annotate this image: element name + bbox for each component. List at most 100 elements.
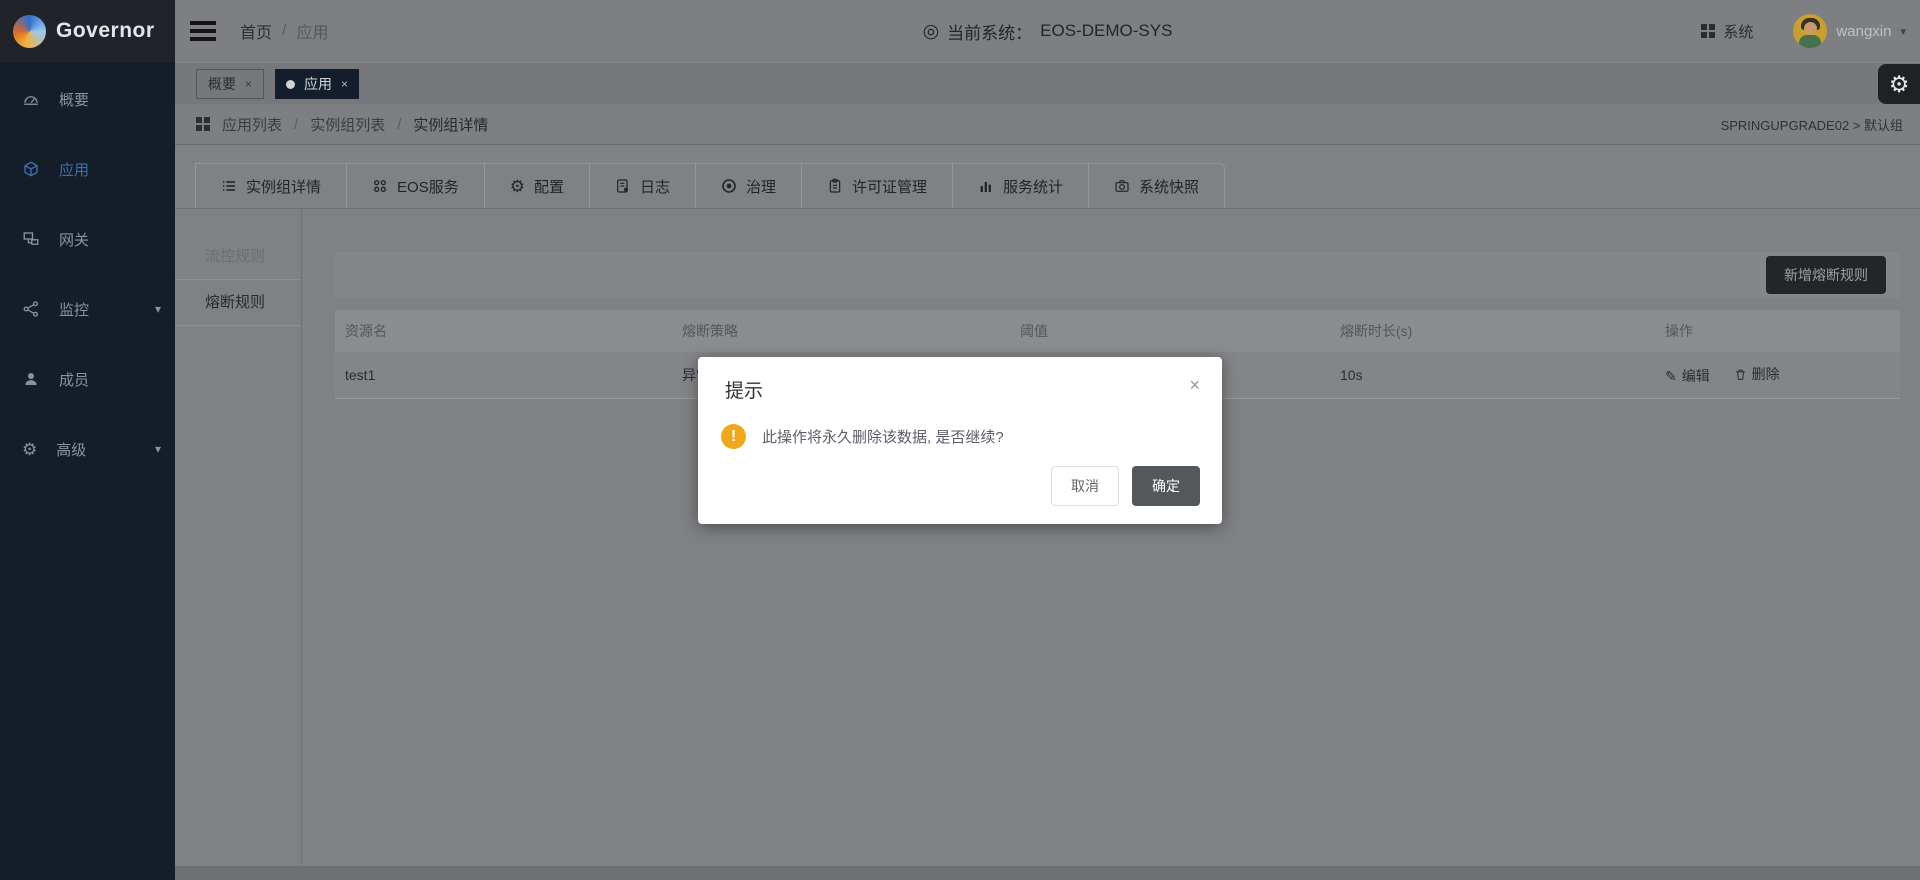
detail-nav-tabs: 实例组详情 EOS服务 ⚙ 配置 日志 治理 <box>175 163 1920 209</box>
current-system-indicator: ◎ 当前系统： EOS-DEMO-SYS <box>923 19 1173 44</box>
close-icon[interactable]: × <box>341 77 348 91</box>
crumb-instance-group-detail: 实例组详情 <box>413 114 488 135</box>
governance-icon <box>721 178 737 194</box>
delete-action[interactable]: 删除 <box>1734 364 1780 384</box>
sidebar-item-gateway[interactable]: 网关 <box>0 204 175 274</box>
username: wangxin <box>1836 23 1891 40</box>
edit-label: 编辑 <box>1682 366 1710 386</box>
chevron-down-icon: ▾ <box>155 302 161 316</box>
rules-panel: 新增熔断规则 资源名 熔断策略 阈值 熔断时长(s) 操作 <box>302 209 1920 866</box>
tab-logs[interactable]: 日志 <box>589 163 695 208</box>
menu-item-circuit-breaker-rules[interactable]: 熔断规则 <box>175 280 301 326</box>
sidebar-item-members[interactable]: 成员 <box>0 344 175 414</box>
list-icon <box>221 178 237 194</box>
app-window: Governor 概要 应用 网关 <box>0 0 1920 880</box>
avatar <box>1793 14 1827 48</box>
tab-label: EOS服务 <box>397 176 459 197</box>
rule-type-menu: 流控规则 熔断规则 <box>175 209 302 866</box>
delete-label: 删除 <box>1752 364 1780 384</box>
hamburger-menu-icon[interactable] <box>190 17 216 46</box>
confirm-dialog: 提示 × ! 此操作将永久删除该数据, 是否继续? 取消 确定 <box>698 357 1222 524</box>
close-icon[interactable]: × <box>1189 376 1200 394</box>
user-icon <box>22 370 40 388</box>
tab-system-snapshot[interactable]: 系统快照 <box>1088 163 1225 208</box>
sidebar-item-label: 应用 <box>59 159 161 180</box>
tab-service-statistics[interactable]: 服务统计 <box>952 163 1088 208</box>
settings-panel-button[interactable]: ⚙ <box>1878 64 1920 104</box>
tab-label: 配置 <box>534 176 564 197</box>
sidebar-item-overview[interactable]: 概要 <box>0 64 175 134</box>
context-label: SPRINGUPGRADE02 > 默认组 <box>1721 115 1903 134</box>
brand-swirl-icon <box>13 15 46 48</box>
sidebar-item-label: 成员 <box>59 369 161 390</box>
sidebar-item-advanced[interactable]: ⚙ 高级 ▾ <box>0 414 175 484</box>
document-icon <box>615 178 631 194</box>
crumb-app-list[interactable]: 应用列表 <box>222 114 282 135</box>
sidebar-item-label: 高级 <box>56 439 136 460</box>
caret-down-icon: ▾ <box>1900 25 1906 38</box>
tab-governance[interactable]: 治理 <box>695 163 801 208</box>
system-menu-button[interactable]: 系统 <box>1701 21 1753 42</box>
sidebar: Governor 概要 应用 网关 <box>0 0 175 880</box>
camera-icon <box>1114 178 1130 194</box>
header-threshold: 阈值 <box>1010 310 1330 352</box>
clipboard-icon <box>827 178 843 194</box>
system-menu-label: 系统 <box>1723 21 1753 42</box>
dialog-body: ! 此操作将永久删除该数据, 是否继续? <box>698 403 1222 449</box>
tab-eos-services[interactable]: EOS服务 <box>346 163 484 208</box>
dialog-title: 提示 <box>725 376 763 403</box>
tag-application[interactable]: 应用 × <box>275 69 359 99</box>
cell-resource: test1 <box>335 352 672 399</box>
tab-label: 治理 <box>746 176 776 197</box>
user-menu[interactable]: wangxin ▾ <box>1793 14 1906 48</box>
dialog-header: 提示 × <box>698 357 1222 403</box>
dialog-message: 此操作将永久删除该数据, 是否继续? <box>762 426 1004 447</box>
header-duration: 熔断时长(s) <box>1330 310 1655 352</box>
eye-icon: ◎ <box>923 20 940 43</box>
topbar-breadcrumb: 首页 / 应用 <box>240 19 328 43</box>
close-icon[interactable]: × <box>245 77 252 91</box>
confirm-button[interactable]: 确定 <box>1132 466 1200 506</box>
crumb-instance-group-list[interactable]: 实例组列表 <box>310 114 385 135</box>
cube-icon <box>22 160 40 178</box>
tag-label: 应用 <box>304 74 332 94</box>
chevron-down-icon: ▾ <box>155 442 161 456</box>
breadcrumb-separator: / <box>282 22 286 40</box>
sidebar-item-label: 网关 <box>59 229 161 250</box>
tab-label: 实例组详情 <box>246 176 321 197</box>
menu-item-flow-rules[interactable]: 流控规则 <box>175 234 301 280</box>
page-breadcrumb-bar: 应用列表 / 实例组列表 / 实例组详情 SPRINGUPGRADE02 > 默… <box>175 104 1920 145</box>
cancel-button[interactable]: 取消 <box>1051 466 1119 506</box>
header-actions: 操作 <box>1655 310 1900 352</box>
grid-icon <box>196 117 210 131</box>
trash-icon <box>1734 368 1747 381</box>
tab-configuration[interactable]: ⚙ 配置 <box>484 163 589 208</box>
tab-label: 日志 <box>640 176 670 197</box>
tab-instance-group-detail[interactable]: 实例组详情 <box>195 163 346 208</box>
sidebar-nav: 概要 应用 网关 监控 ▾ <box>0 62 175 484</box>
sidebar-item-application[interactable]: 应用 <box>0 134 175 204</box>
header-strategy: 熔断策略 <box>672 310 1010 352</box>
crumb-separator: / <box>294 116 298 133</box>
add-circuit-breaker-rule-button[interactable]: 新增熔断规则 <box>1766 256 1886 294</box>
cell-actions: ✎ 编辑 删除 <box>1655 352 1900 399</box>
bar-chart-icon <box>978 178 994 194</box>
sidebar-item-label: 概要 <box>59 89 161 110</box>
tag-overview[interactable]: 概要 × <box>196 69 264 99</box>
gears-icon: ⚙ <box>22 441 37 458</box>
breadcrumb-home[interactable]: 首页 <box>240 19 272 43</box>
edit-action[interactable]: ✎ 编辑 <box>1665 366 1710 386</box>
cell-duration: 10s <box>1330 352 1655 399</box>
top-bar: 首页 / 应用 ◎ 当前系统： EOS-DEMO-SYS 系统 wangxin … <box>175 0 1920 62</box>
tab-label: 系统快照 <box>1139 176 1199 197</box>
tab-license-management[interactable]: 许可证管理 <box>801 163 952 208</box>
opened-tags-bar: 概要 × 应用 × <box>175 62 1920 105</box>
warning-icon: ! <box>721 424 746 449</box>
tag-label: 概要 <box>208 74 236 94</box>
edit-icon: ✎ <box>1665 368 1677 385</box>
sidebar-item-monitoring[interactable]: 监控 ▾ <box>0 274 175 344</box>
brand-name: Governor <box>56 19 155 43</box>
panel-toolbar: 新增熔断规则 <box>335 252 1900 298</box>
topbar-right: 系统 wangxin ▾ <box>1701 14 1920 48</box>
gauge-icon <box>22 90 40 108</box>
